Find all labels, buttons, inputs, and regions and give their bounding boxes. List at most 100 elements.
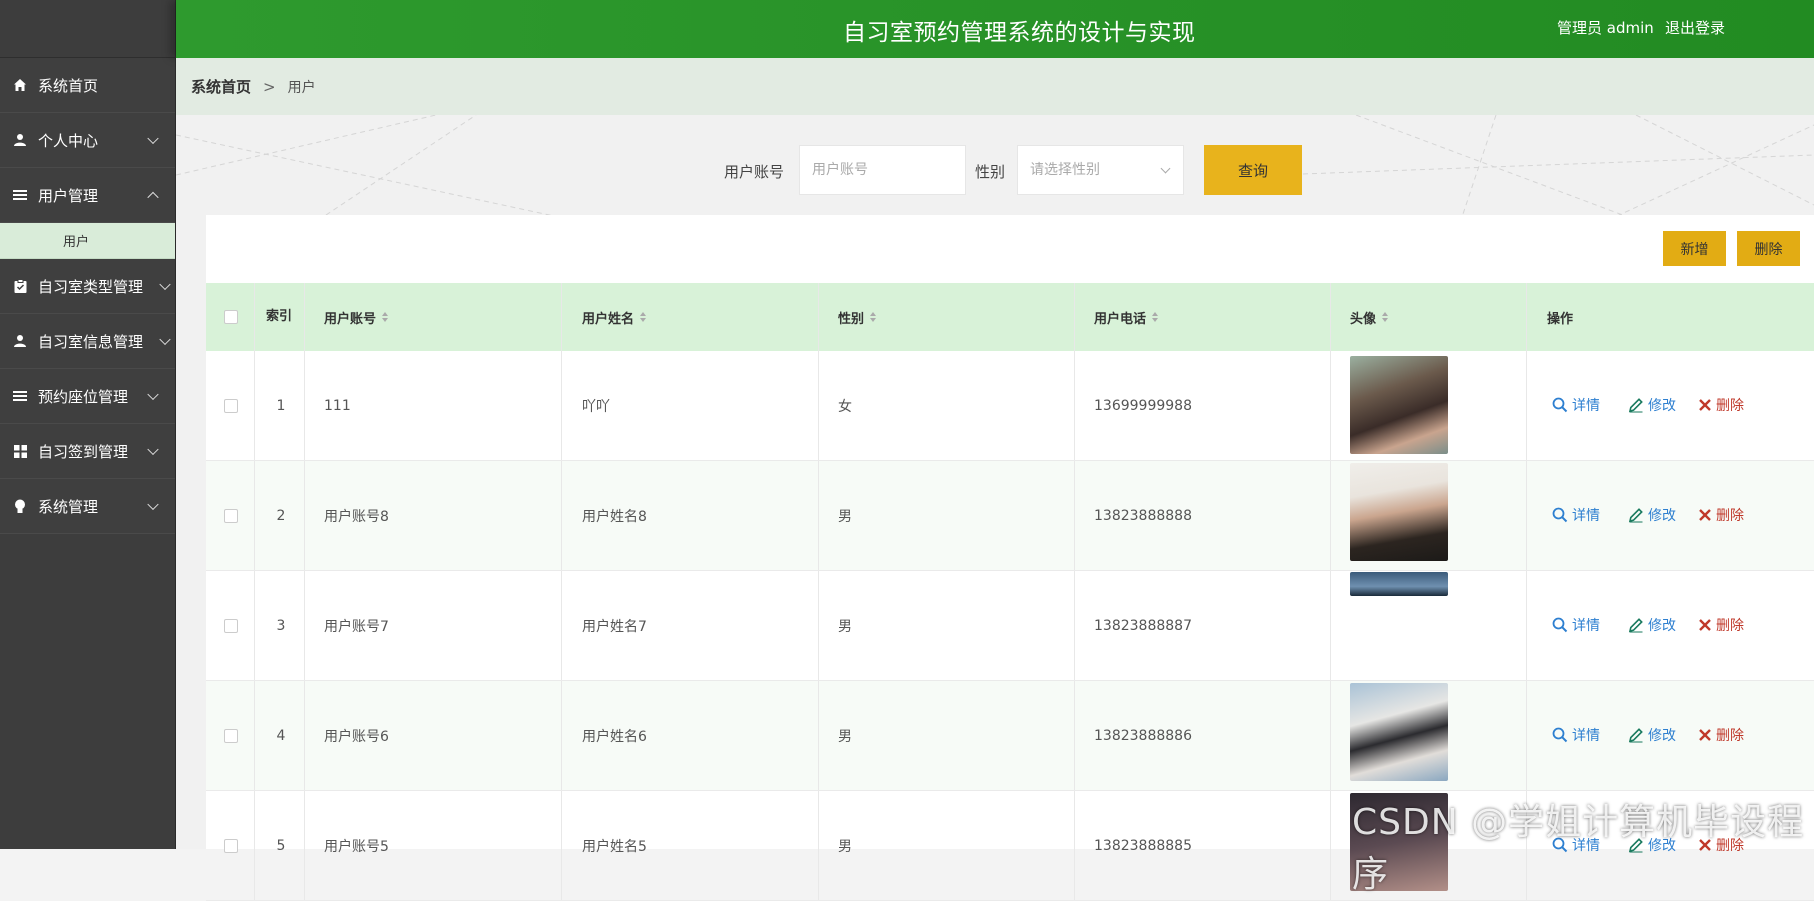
cell-index: 5 xyxy=(266,791,296,900)
sidebar-item-seat-booking[interactable]: 预约座位管理 xyxy=(0,369,175,424)
chevron-down-icon xyxy=(159,278,171,291)
cell-name: 用户姓名8 xyxy=(582,461,647,570)
search-icon xyxy=(1552,397,1568,413)
grid-icon xyxy=(12,443,28,459)
detail-button[interactable]: 详情 xyxy=(1552,395,1600,415)
batch-delete-button[interactable]: 删除 xyxy=(1737,231,1800,266)
search-icon xyxy=(1552,617,1568,633)
add-button[interactable]: 新增 xyxy=(1663,231,1726,266)
cell-account-text: 用户账号6 xyxy=(324,728,389,745)
table-row: 4 用户账号6 用户姓名6 男 13823888886 详情 修改 删除 xyxy=(206,681,1814,791)
row-checkbox[interactable] xyxy=(224,619,238,633)
row-checkbox[interactable] xyxy=(224,839,238,853)
row-checkbox[interactable] xyxy=(224,399,238,413)
header-phone[interactable]: 用户电话 xyxy=(1094,283,1159,351)
edit-button[interactable]: 修改 xyxy=(1628,725,1676,745)
header-account-label: 用户账号 xyxy=(324,311,377,327)
cell-name: 用户姓名6 xyxy=(582,681,647,790)
delete-label: 删除 xyxy=(1716,398,1744,414)
cell-index-text: 1 xyxy=(276,397,286,414)
cell-name: 用户姓名7 xyxy=(582,571,647,680)
cell-name-text: 用户姓名6 xyxy=(582,728,647,745)
breadcrumb-home[interactable]: 系统首页 xyxy=(191,76,251,97)
gender-select-placeholder: 请选择性别 xyxy=(1030,162,1100,178)
detail-button[interactable]: 详情 xyxy=(1552,505,1600,525)
logout-link[interactable]: 退出登录 xyxy=(1665,17,1725,38)
delete-label: 删除 xyxy=(1716,508,1744,524)
header-avatar[interactable]: 头像 xyxy=(1350,283,1389,351)
user-icon xyxy=(12,333,28,349)
user-icon xyxy=(12,132,28,148)
sidebar-item-label: 用户管理 xyxy=(38,186,99,205)
watermark-text: CSDN @学姐计算机毕设程序 xyxy=(1352,802,1805,895)
edit-button[interactable]: 修改 xyxy=(1628,615,1676,635)
row-checkbox[interactable] xyxy=(224,509,238,523)
sidebar-item-home[interactable]: 系统首页 xyxy=(0,58,175,113)
account-label: 用户账号 xyxy=(724,163,785,181)
delete-button[interactable]: 删除 xyxy=(1698,615,1744,635)
breadcrumb-current: 用户 xyxy=(287,79,316,96)
cell-phone-text: 13823888886 xyxy=(1094,727,1192,744)
delete-button[interactable]: 删除 xyxy=(1698,725,1744,745)
header-gender[interactable]: 性别 xyxy=(838,283,877,351)
cell-phone-text: 13823888888 xyxy=(1094,507,1192,524)
cell-name: 吖吖 xyxy=(582,351,610,460)
cell-gender: 男 xyxy=(838,681,852,790)
sidebar-item-checkin[interactable]: 自习签到管理 xyxy=(0,424,175,479)
sidebar-item-personal[interactable]: 个人中心 xyxy=(0,113,175,168)
sidebar-item-system[interactable]: 系统管理 xyxy=(0,479,175,534)
select-all-checkbox[interactable] xyxy=(224,310,238,324)
header-account[interactable]: 用户账号 xyxy=(324,283,389,351)
chevron-down-icon xyxy=(147,132,159,145)
chevron-up-icon xyxy=(147,191,159,204)
sort-icon[interactable] xyxy=(1152,312,1159,322)
detail-label: 详情 xyxy=(1572,618,1600,634)
search-icon xyxy=(1552,507,1568,523)
sidebar-item-room-type[interactable]: 自习室类型管理 xyxy=(0,259,175,314)
detail-button[interactable]: 详情 xyxy=(1552,615,1600,635)
gender-label: 性别 xyxy=(975,163,1006,181)
cell-phone-text: 13699999988 xyxy=(1094,397,1192,414)
sidebar-item-users[interactable]: 用户管理 xyxy=(0,168,175,223)
home-icon xyxy=(12,77,28,93)
cell-name: 用户姓名5 xyxy=(582,791,647,900)
cell-gender-text: 男 xyxy=(838,618,852,635)
cell-account-text: 111 xyxy=(324,397,351,414)
row-checkbox[interactable] xyxy=(224,729,238,743)
edit-button[interactable]: 修改 xyxy=(1628,505,1676,525)
sort-icon[interactable] xyxy=(870,312,877,322)
cell-gender: 女 xyxy=(838,351,852,460)
cell-account-text: 用户账号5 xyxy=(324,838,389,855)
cell-gender: 男 xyxy=(838,571,852,680)
cell-account-text: 用户账号8 xyxy=(324,508,389,525)
query-button[interactable]: 查询 xyxy=(1204,145,1302,195)
cell-account-text: 用户账号7 xyxy=(324,618,389,635)
delete-button[interactable]: 删除 xyxy=(1698,395,1744,415)
list-icon xyxy=(12,388,28,404)
account-search-input[interactable]: 用户账号 xyxy=(799,145,966,195)
detail-button[interactable]: 详情 xyxy=(1552,725,1600,745)
cell-phone-text: 13823888885 xyxy=(1094,837,1192,854)
chevron-down-icon xyxy=(147,443,159,456)
avatar-image xyxy=(1350,572,1448,596)
edit-icon xyxy=(1628,618,1643,633)
breadcrumb-separator: > xyxy=(263,77,276,96)
header-name[interactable]: 用户姓名 xyxy=(582,283,647,351)
sort-icon[interactable] xyxy=(382,312,389,322)
avatar-image xyxy=(1350,683,1448,781)
table-row: 3 用户账号7 用户姓名7 男 13823888887 详情 修改 删除 xyxy=(206,571,1814,681)
sidebar-logo-area xyxy=(0,0,175,58)
delete-button[interactable]: 删除 xyxy=(1698,505,1744,525)
gender-select[interactable]: 请选择性别 xyxy=(1017,145,1184,195)
delete-label: 删除 xyxy=(1716,618,1744,634)
sidebar-item-room-info[interactable]: 自习室信息管理 xyxy=(0,314,175,369)
sort-icon[interactable] xyxy=(1382,312,1389,322)
edit-button[interactable]: 修改 xyxy=(1628,395,1676,415)
cell-gender-text: 男 xyxy=(838,508,852,525)
close-icon xyxy=(1699,399,1711,411)
sidebar-subitem-user[interactable]: 用户 xyxy=(0,223,175,259)
close-icon xyxy=(1699,729,1711,741)
sort-icon[interactable] xyxy=(640,312,647,322)
edit-label: 修改 xyxy=(1648,508,1676,524)
cell-index-text: 5 xyxy=(276,837,286,854)
